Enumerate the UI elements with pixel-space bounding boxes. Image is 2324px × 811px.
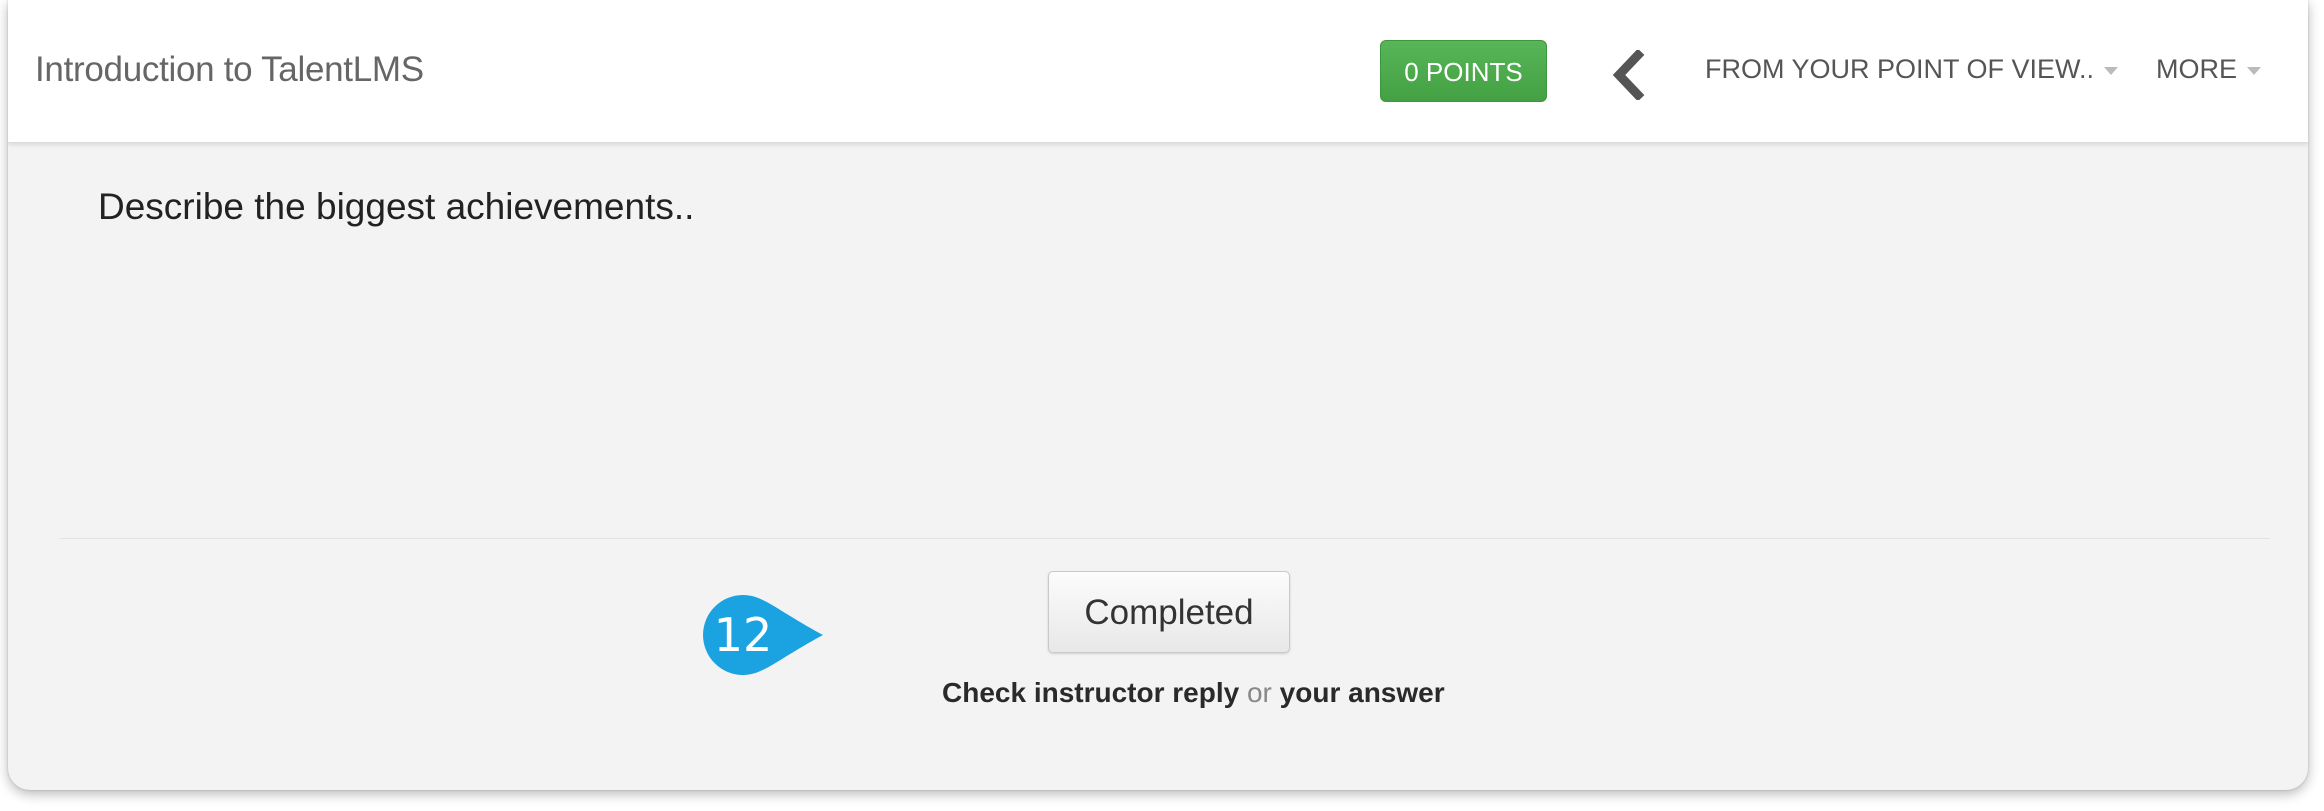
more-dropdown-label: MORE <box>2156 54 2237 84</box>
header-bar: Introduction to TalentLMS 0 POINTS FROM … <box>8 0 2308 143</box>
question-text: Describe the biggest achievements.. <box>98 186 695 227</box>
answer-links: Check instructor reply or your answer <box>942 677 1445 709</box>
back-button[interactable] <box>1608 48 1648 102</box>
or-text: or <box>1246 677 1272 708</box>
step-number: 12 <box>713 608 773 662</box>
unit-dropdown-label: FROM YOUR POINT OF VIEW.. <box>1705 54 2095 84</box>
divider <box>60 538 2270 539</box>
caret-down-icon <box>2247 66 2261 75</box>
more-dropdown[interactable]: MORE <box>2156 54 2261 85</box>
your-answer-link[interactable]: your answer <box>1280 677 1445 708</box>
unit-dropdown[interactable]: FROM YOUR POINT OF VIEW.. <box>1705 54 2119 85</box>
step-marker: 12 <box>703 595 823 675</box>
unit-card: Introduction to TalentLMS 0 POINTS FROM … <box>8 0 2308 790</box>
completed-button[interactable]: Completed <box>1048 571 1290 653</box>
chevron-left-icon <box>1612 48 1645 102</box>
points-badge: 0 POINTS <box>1380 40 1547 102</box>
caret-down-icon <box>2104 66 2119 75</box>
course-title[interactable]: Introduction to TalentLMS <box>35 50 424 90</box>
check-instructor-reply-link[interactable]: Check instructor reply <box>942 677 1239 708</box>
